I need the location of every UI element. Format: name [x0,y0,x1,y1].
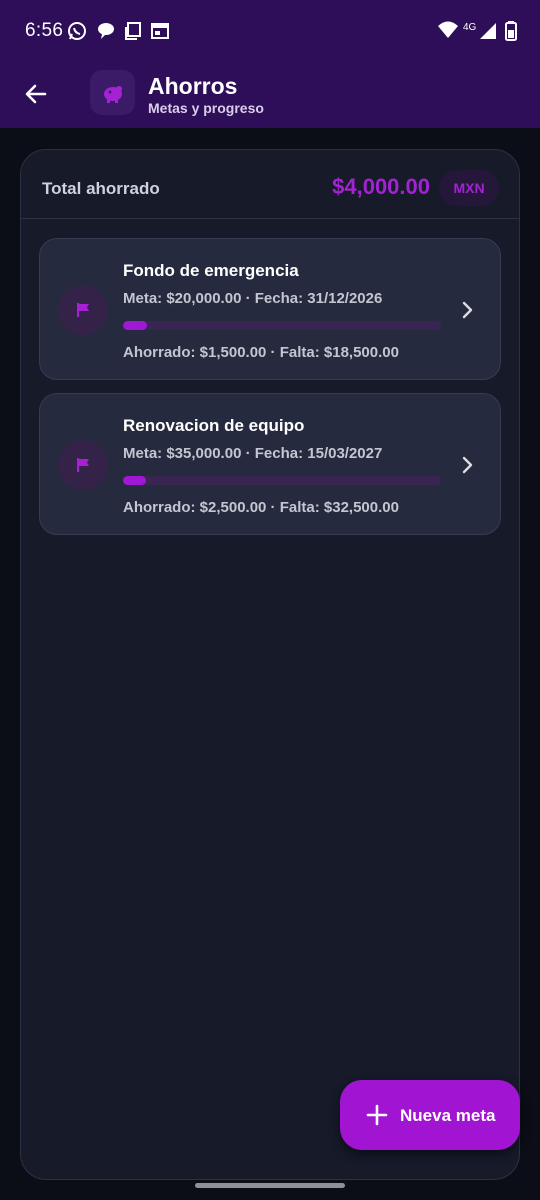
status-time: 6:56 [25,20,64,41]
new-goal-label: Nueva meta [400,1106,496,1125]
goal-card[interactable]: Fondo de emergencia Meta: $20,000.00 · F… [39,238,501,380]
total-amount: $4,000.00 [332,174,430,199]
network-type: 4G [463,22,477,33]
goal-progress-fill [123,476,146,485]
wifi-icon [437,20,459,45]
flag-icon [58,285,108,335]
app-bar: Ahorros Metas y progreso [0,62,540,128]
signal-icon [479,22,497,45]
chevron-right-icon [458,298,478,322]
new-goal-button[interactable]: Nueva meta [340,1080,520,1150]
status-bar: 6:56 4G [0,0,540,62]
page-title: Ahorros [148,73,238,99]
screen: 6:56 4G Ahorros Metas y progreso Total a… [0,0,540,1200]
plus-icon [364,1102,390,1128]
goal-progress-bar [123,321,441,330]
goal-target-date: Meta: $35,000.00 · Fecha: 15/03/2027 [123,445,383,462]
header: 6:56 4G Ahorros Metas y progreso [0,0,540,128]
goal-name: Fondo de emergencia [123,261,299,280]
goal-progress-bar [123,476,441,485]
battery-icon [505,21,517,46]
whatsapp-icon [67,21,87,41]
goal-name: Renovacion de equipo [123,416,305,435]
chevron-right-icon [458,453,478,477]
goal-target-date: Meta: $20,000.00 · Fecha: 31/12/2026 [123,290,383,307]
calendar-app-icon [150,21,170,41]
piggy-bank-icon [90,70,135,115]
goal-saved-remaining: Ahorrado: $2,500.00 · Falta: $32,500.00 [123,499,399,516]
total-label: Total ahorrado [42,179,160,198]
goal-card[interactable]: Renovacion de equipo Meta: $35,000.00 · … [39,393,501,535]
copy-icon [123,21,143,41]
savings-panel: Total ahorrado $4,000.00 MXN Fondo de em… [20,149,520,1180]
chat-bubble-icon [96,21,116,41]
home-indicator[interactable] [195,1183,345,1188]
page-subtitle: Metas y progreso [148,100,264,116]
total-summary: Total ahorrado $4,000.00 MXN [21,150,519,219]
goal-progress-fill [123,321,147,330]
arrow-left-icon [25,84,47,104]
goal-saved-remaining: Ahorrado: $1,500.00 · Falta: $18,500.00 [123,344,399,361]
back-button[interactable] [18,76,54,112]
currency-badge[interactable]: MXN [439,170,499,206]
flag-icon [58,440,108,490]
